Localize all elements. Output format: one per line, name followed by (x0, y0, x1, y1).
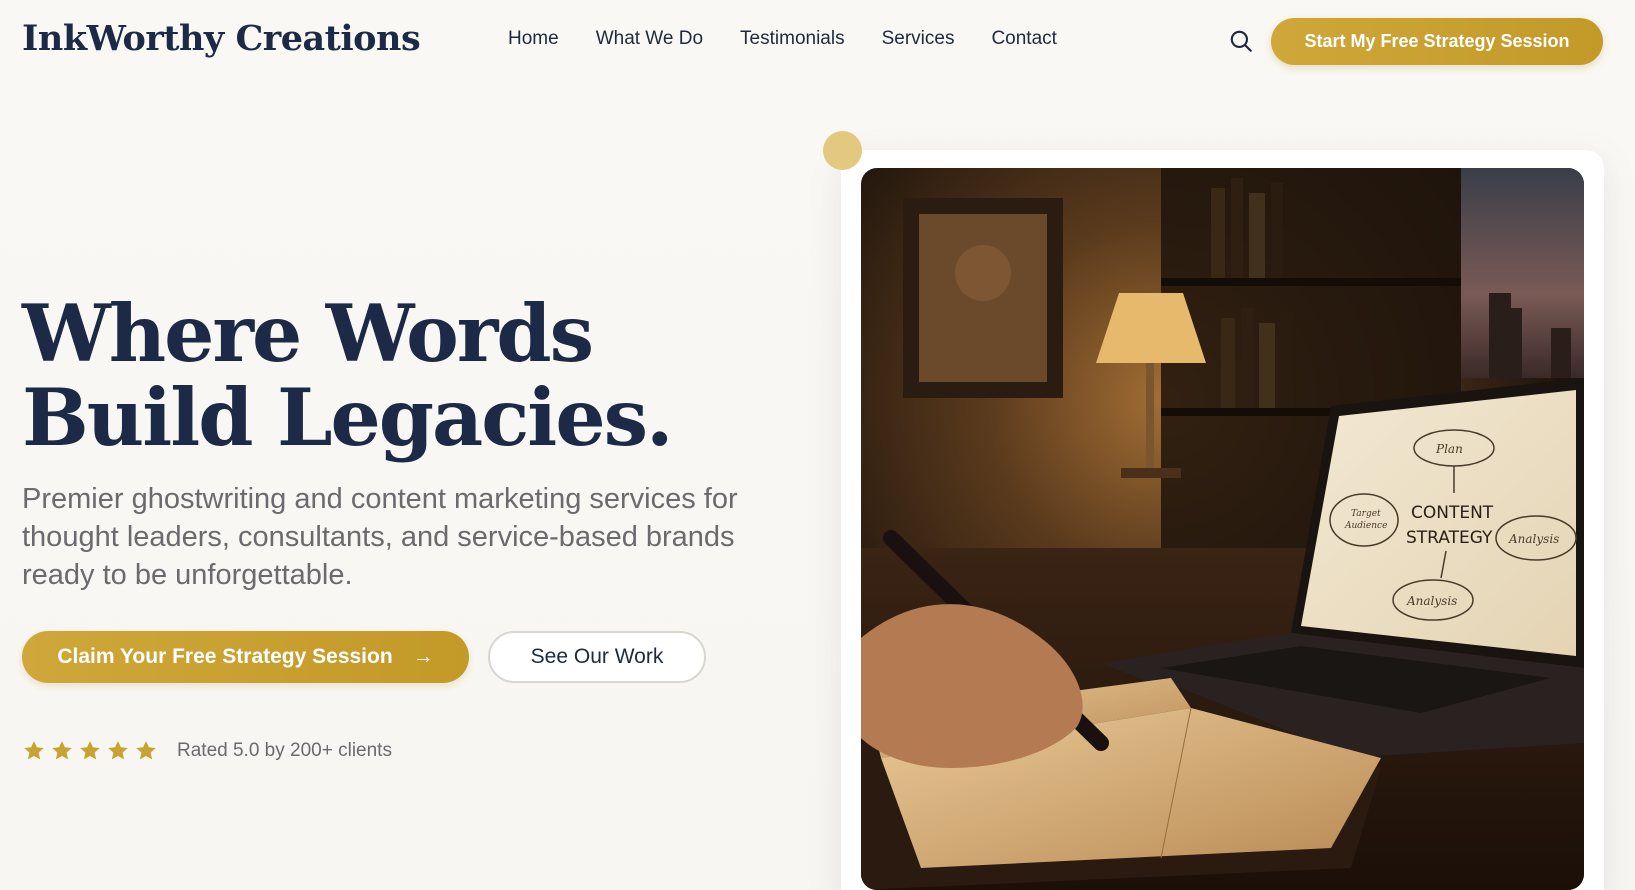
screen-strategy-label: STRATEGY (1406, 528, 1493, 548)
search-icon[interactable] (1228, 28, 1254, 54)
screen-analysis-right-label: Analysis (1508, 532, 1559, 546)
hero-headline-line-1: Where Words (22, 287, 594, 380)
screen-plan-label: Plan (1435, 442, 1463, 456)
hero-photo: Plan CONTENT STRATEGY Target Audience An… (861, 168, 1584, 890)
nav-item-services[interactable]: Services (882, 28, 955, 50)
nav-item-contact[interactable]: Contact (991, 28, 1056, 50)
screen-target-label: Target (1351, 509, 1381, 519)
screen-analysis-bottom-label: Analysis (1406, 594, 1457, 608)
star-icon (52, 741, 72, 760)
star-icon (108, 741, 128, 760)
claim-button-label: Claim Your Free Strategy Session (57, 645, 393, 668)
hero-subtext: Premier ghostwriting and content marketi… (22, 483, 738, 591)
decorative-dot (823, 131, 862, 170)
nav-menu: Home What We Do Testimonials Services Co… (508, 28, 1057, 50)
star-icon (80, 741, 100, 760)
screen-content-label: CONTENT (1411, 503, 1494, 523)
see-our-work-button[interactable]: See Our Work (488, 631, 706, 683)
nav-item-testimonials[interactable]: Testimonials (740, 28, 845, 50)
star-icon (136, 741, 156, 760)
star-icon (24, 741, 44, 760)
arrow-right-icon: → (412, 645, 434, 668)
rating-stars (22, 739, 158, 763)
claim-strategy-session-button[interactable]: Claim Your Free Strategy Session → (22, 631, 469, 683)
brand-logo[interactable]: InkWorthy Creations (22, 18, 421, 59)
screen-audience-label: Audience (1344, 521, 1387, 531)
rating-text: Rated 5.0 by 200+ clients (177, 740, 392, 761)
start-strategy-session-button[interactable]: Start My Free Strategy Session (1271, 18, 1603, 65)
writing-desk-illustration: Plan CONTENT STRATEGY Target Audience An… (861, 168, 1584, 890)
nav-item-what-we-do[interactable]: What We Do (596, 28, 703, 50)
hero-headline-line-2: Build Legacies. (22, 371, 674, 464)
nav-item-home[interactable]: Home (508, 28, 559, 50)
top-navigation: InkWorthy Creations Home What We Do Test… (0, 0, 1635, 82)
hero-headline: Where Words Build Legacies. (22, 287, 674, 464)
